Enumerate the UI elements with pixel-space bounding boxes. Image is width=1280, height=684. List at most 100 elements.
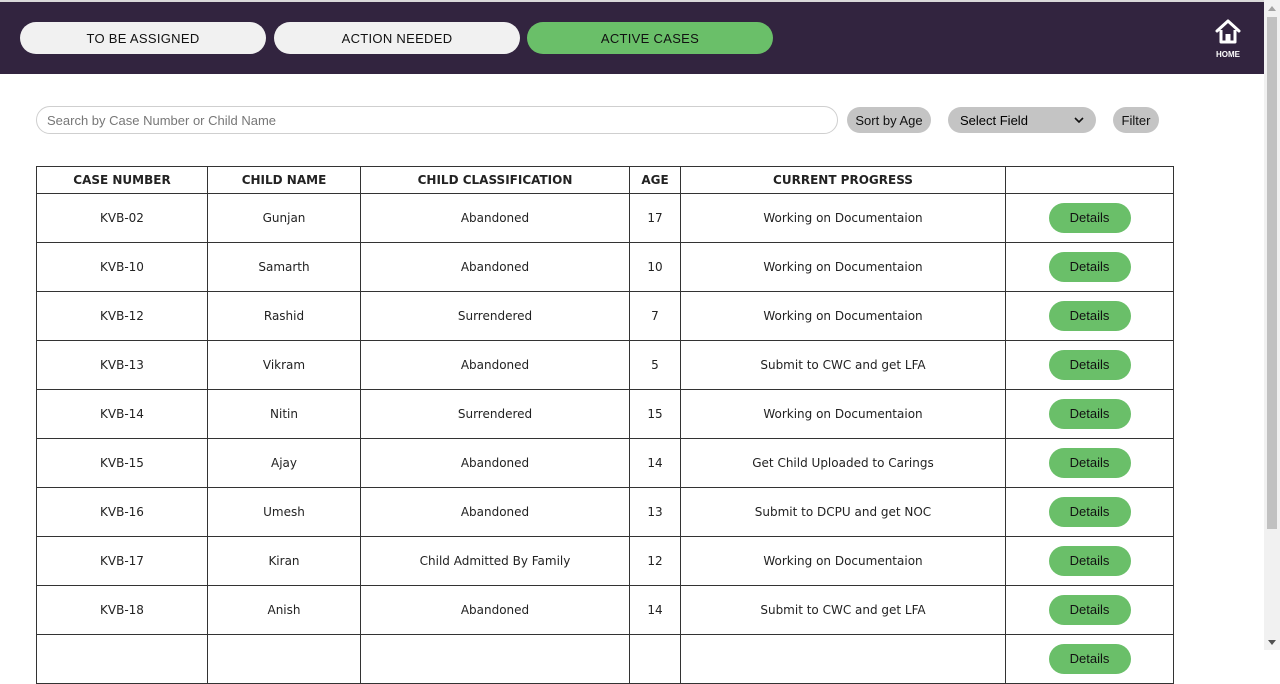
column-header-case-number: CASE NUMBER xyxy=(36,166,208,194)
cell-age: 5 xyxy=(629,340,681,390)
cell-actions: Details xyxy=(1005,487,1174,537)
cell-classification: Abandoned xyxy=(360,585,630,635)
cell-actions: Details xyxy=(1005,536,1174,586)
cell-classification: Child Admitted By Family xyxy=(360,536,630,586)
home-label: HOME xyxy=(1216,50,1240,59)
cell-case-number: KVB-12 xyxy=(36,291,208,341)
cell-progress: Submit to CWC and get LFA xyxy=(680,340,1006,390)
details-button[interactable]: Details xyxy=(1048,399,1131,429)
home-button[interactable]: HOME xyxy=(1208,18,1248,60)
cell-case-number: KVB-10 xyxy=(36,242,208,292)
tab-action-needed[interactable]: ACTION NEEDED xyxy=(274,22,520,54)
cell-classification: Surrendered xyxy=(360,389,630,439)
cell-progress: Get Child Uploaded to Carings xyxy=(680,438,1006,488)
details-button[interactable]: Details xyxy=(1048,497,1131,527)
cell-age: 14 xyxy=(629,585,681,635)
details-button[interactable]: Details xyxy=(1048,350,1131,380)
cell-classification: Abandoned xyxy=(360,438,630,488)
cell-progress: Submit to DCPU and get NOC xyxy=(680,487,1006,537)
cell-progress: Working on Documentaion xyxy=(680,193,1006,243)
cell-actions: Details xyxy=(1005,242,1174,292)
details-button[interactable]: Details xyxy=(1048,546,1131,576)
select-field-dropdown[interactable]: Select Field xyxy=(948,107,1096,133)
home-icon xyxy=(1214,18,1242,49)
table-row: KVB-16 Umesh Abandoned 13 Submit to DCPU and… xyxy=(36,487,1174,537)
cell-progress xyxy=(680,634,1006,684)
cell-progress: Working on Documentaion xyxy=(680,291,1006,341)
table-row: KVB-18 Anish Abandoned 14 Submit to CWC and … xyxy=(36,585,1174,635)
details-button[interactable]: Details xyxy=(1048,448,1131,478)
table-row: KVB-17 Kiran Child Admitted By Family 12 Wor… xyxy=(36,536,1174,586)
table-row: KVB-14 Nitin Surrendered 15 Working on Docum… xyxy=(36,389,1174,439)
top-nav-bar: TO BE ASSIGNED ACTION NEEDED ACTIVE CASE… xyxy=(0,0,1264,74)
cell-case-number: KVB-16 xyxy=(36,487,208,537)
column-header-current-progress: CURRENT PROGRESS xyxy=(680,166,1006,194)
cell-case-number xyxy=(36,634,208,684)
tab-active-cases[interactable]: ACTIVE CASES xyxy=(527,22,773,54)
cell-age: 13 xyxy=(629,487,681,537)
column-header-child-classification: CHILD CLASSIFICATION xyxy=(360,166,630,194)
cases-table: CASE NUMBER CHILD NAME CHILD CLASSIFICAT… xyxy=(36,166,1174,684)
cell-age: 17 xyxy=(629,193,681,243)
details-button[interactable]: Details xyxy=(1048,203,1131,233)
cell-child-name: Vikram xyxy=(207,340,361,390)
cell-classification: Abandoned xyxy=(360,242,630,292)
table-row: KVB-12 Rashid Surrendered 7 Working on Docum… xyxy=(36,291,1174,341)
cell-classification: Abandoned xyxy=(360,193,630,243)
cell-actions: Details xyxy=(1005,634,1174,684)
cell-actions: Details xyxy=(1005,438,1174,488)
table-row: KVB-15 Ajay Abandoned 14 Get Child Uploaded … xyxy=(36,438,1174,488)
cell-age: 15 xyxy=(629,389,681,439)
vertical-scrollbar[interactable] xyxy=(1264,0,1280,650)
cell-case-number: KVB-13 xyxy=(36,340,208,390)
scrollbar-thumb[interactable] xyxy=(1267,17,1277,529)
table-header-row: CASE NUMBER CHILD NAME CHILD CLASSIFICAT… xyxy=(36,166,1174,194)
scroll-up-arrow-icon[interactable] xyxy=(1264,0,1280,16)
cell-classification: Abandoned xyxy=(360,340,630,390)
cell-child-name: Gunjan xyxy=(207,193,361,243)
table-row: Details xyxy=(36,634,1174,684)
cell-case-number: KVB-17 xyxy=(36,536,208,586)
sort-by-age-button[interactable]: Sort by Age xyxy=(847,107,931,133)
details-button[interactable]: Details xyxy=(1048,301,1131,331)
table-row: KVB-02 Gunjan Abandoned 17 Working on Docume… xyxy=(36,193,1174,243)
search-input[interactable] xyxy=(36,106,838,134)
table-row: KVB-10 Samarth Abandoned 10 Working on Docum… xyxy=(36,242,1174,292)
cell-actions: Details xyxy=(1005,340,1174,390)
cell-age: 10 xyxy=(629,242,681,292)
cell-age xyxy=(629,634,681,684)
details-button[interactable]: Details xyxy=(1048,252,1131,282)
chevron-down-icon xyxy=(1074,115,1084,126)
table-row: KVB-13 Vikram Abandoned 5 Submit to CWC and … xyxy=(36,340,1174,390)
cell-case-number: KVB-02 xyxy=(36,193,208,243)
cell-child-name: Anish xyxy=(207,585,361,635)
cell-case-number: KVB-18 xyxy=(36,585,208,635)
cell-age: 14 xyxy=(629,438,681,488)
cell-progress: Submit to CWC and get LFA xyxy=(680,585,1006,635)
details-button[interactable]: Details xyxy=(1048,595,1131,625)
cell-classification: Abandoned xyxy=(360,487,630,537)
cell-child-name: Kiran xyxy=(207,536,361,586)
cell-progress: Working on Documentaion xyxy=(680,536,1006,586)
cell-child-name: Umesh xyxy=(207,487,361,537)
cell-actions: Details xyxy=(1005,389,1174,439)
scroll-down-arrow-icon[interactable] xyxy=(1264,634,1280,650)
cell-classification: Surrendered xyxy=(360,291,630,341)
cell-classification xyxy=(360,634,630,684)
cell-progress: Working on Documentaion xyxy=(680,242,1006,292)
tab-to-be-assigned[interactable]: TO BE ASSIGNED xyxy=(20,22,266,54)
cell-child-name: Samarth xyxy=(207,242,361,292)
cell-actions: Details xyxy=(1005,585,1174,635)
column-header-actions xyxy=(1005,166,1174,194)
cell-child-name: Nitin xyxy=(207,389,361,439)
cell-child-name: Rashid xyxy=(207,291,361,341)
details-button[interactable]: Details xyxy=(1048,644,1131,674)
cell-case-number: KVB-15 xyxy=(36,438,208,488)
filter-button[interactable]: Filter xyxy=(1113,107,1159,133)
cell-age: 7 xyxy=(629,291,681,341)
select-field-value: Select Field xyxy=(960,112,1028,128)
cell-child-name: Ajay xyxy=(207,438,361,488)
cell-actions: Details xyxy=(1005,291,1174,341)
column-header-age: AGE xyxy=(629,166,681,194)
cell-age: 12 xyxy=(629,536,681,586)
